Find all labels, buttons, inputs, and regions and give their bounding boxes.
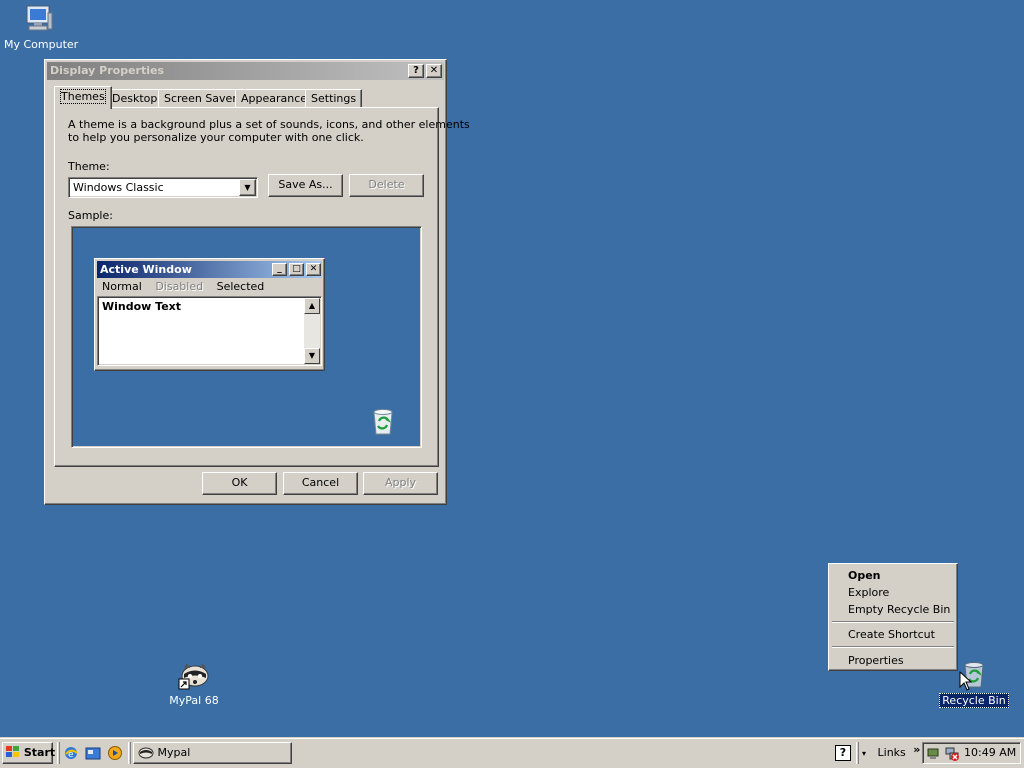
svg-text:e: e [68, 750, 74, 760]
display-properties-dialog: Display Properties ? ✕ Themes Desktop Sc… [44, 59, 470, 505]
theme-sample-preview: Active Window _ □ ✕ Normal Disabled Sele… [71, 226, 422, 448]
sample-recycle-bin-icon [367, 405, 399, 437]
themes-panel: A theme is a background plus a set of so… [54, 107, 470, 467]
save-as-button[interactable]: Save As... [268, 174, 343, 197]
links-down-icon: ▾ [862, 749, 867, 758]
links-grip[interactable] [856, 742, 859, 764]
cancel-button[interactable]: Cancel [283, 472, 358, 495]
close-icon: ✕ [306, 263, 321, 276]
tab-settings[interactable]: Settings [305, 89, 363, 109]
theme-description-line2: to help you personalize your computer wi… [68, 131, 364, 144]
delete-button[interactable]: Delete [349, 174, 424, 197]
recycle-bin-label: Recycle Bin [939, 693, 1009, 708]
theme-dropdown[interactable]: Windows Classic ▼ [68, 177, 258, 198]
recycle-bin-context-menu: Open Explore Empty Recycle Bin Create Sh… [828, 563, 958, 671]
sample-window-title: Active Window [100, 263, 192, 276]
help-button[interactable]: ? [408, 64, 424, 78]
ctx-explore[interactable]: Explore [831, 584, 955, 601]
ctx-separator [832, 646, 954, 648]
ctx-separator [832, 621, 954, 623]
start-button[interactable]: Start [2, 742, 56, 764]
close-icon: ✕ [429, 65, 439, 76]
ctx-properties[interactable]: Properties [831, 652, 955, 669]
sample-menu-normal: Normal [102, 280, 142, 293]
sample-label: Sample: [68, 209, 113, 222]
links-label: Links [877, 746, 906, 759]
theme-label: Theme: [68, 160, 110, 173]
computer-icon [22, 3, 54, 35]
ok-button[interactable]: OK [202, 472, 277, 495]
tasks-grip[interactable] [128, 742, 131, 764]
dialog-title-bar[interactable]: Display Properties ? ✕ [47, 62, 444, 80]
quicklaunch-grip[interactable] [57, 742, 60, 764]
raccoon-icon [178, 659, 210, 691]
close-button[interactable]: ✕ [426, 64, 442, 78]
theme-dropdown-value: Windows Classic [73, 181, 164, 194]
sample-window-text: Window Text [102, 300, 182, 313]
sample-menu-disabled: Disabled [155, 280, 204, 293]
mypal-label: MyPal 68 [169, 694, 219, 707]
tab-themes[interactable]: Themes [54, 86, 112, 109]
network-disconnected-tray-icon[interactable] [944, 746, 960, 762]
tab-screen-saver[interactable]: Screen Saver [158, 89, 243, 109]
scroll-down-icon: ▼ [304, 348, 320, 364]
dialog-title: Display Properties [50, 64, 165, 77]
task-label: Mypal [157, 746, 191, 759]
dropdown-arrow-icon[interactable]: ▼ [239, 179, 256, 196]
links-toolbar[interactable]: ▾ Links » [862, 743, 920, 759]
minimize-icon: _ [272, 263, 287, 276]
show-desktop-icon[interactable] [85, 745, 101, 761]
sample-menu-selected: Selected [216, 280, 265, 293]
internet-explorer-icon[interactable]: e [63, 745, 79, 761]
media-player-icon[interactable] [107, 745, 123, 761]
tab-desktop[interactable]: Desktop [106, 89, 164, 109]
taskbar: Start e Mypal ? ▾ Links » 10:49 AM [0, 738, 1024, 768]
ctx-create-shortcut[interactable]: Create Shortcut [831, 626, 955, 643]
scroll-up-icon: ▲ [304, 298, 320, 314]
sample-scrollbar: ▲ ▼ [304, 298, 320, 364]
sample-menu-bar: Normal Disabled Selected [97, 278, 322, 296]
ctx-empty-recycle-bin[interactable]: Empty Recycle Bin [831, 601, 955, 618]
mypal-shortcut[interactable]: MyPal 68 [158, 659, 230, 707]
my-computer-icon[interactable]: My Computer [2, 3, 78, 51]
sample-active-window: Active Window _ □ ✕ Normal Disabled Sele… [94, 258, 325, 371]
start-label: Start [23, 746, 56, 759]
clock[interactable]: 10:49 AM [964, 746, 1016, 759]
task-button-mypal[interactable]: Mypal [133, 742, 292, 764]
tab-appearance[interactable]: Appearance [235, 89, 314, 109]
sample-window-client: Window Text ▲ ▼ [97, 296, 322, 366]
network-tray-icon[interactable] [926, 746, 942, 762]
windows-logo-icon [6, 745, 20, 757]
sample-title-bar: Active Window _ □ ✕ [97, 261, 322, 278]
maximize-icon: □ [289, 263, 304, 276]
my-computer-label: My Computer [4, 38, 79, 51]
mouse-cursor-icon [959, 670, 973, 691]
system-tray: 10:49 AM [922, 742, 1021, 764]
links-chevron-icon[interactable]: » [913, 743, 920, 756]
apply-button[interactable]: Apply [363, 472, 438, 495]
theme-description-line1: A theme is a background plus a set of so… [68, 118, 470, 131]
mypal-task-icon [138, 745, 154, 759]
help-tray-icon[interactable]: ? [835, 745, 851, 761]
help-icon: ? [413, 65, 419, 76]
ctx-open[interactable]: Open [831, 567, 955, 584]
